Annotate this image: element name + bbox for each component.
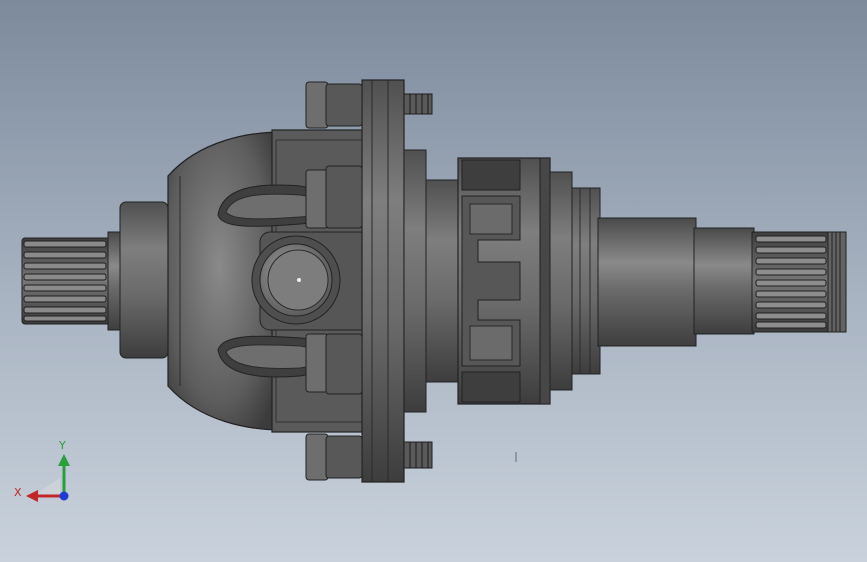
dog-clutch [457, 157, 551, 405]
left-hub [119, 201, 169, 359]
collar-ring-1 [549, 171, 573, 391]
axis-x-label: X [14, 486, 22, 499]
graphics-viewport[interactable]: Y X [0, 0, 867, 562]
cross-shaft-boss [251, 231, 371, 331]
carrier-ring [403, 149, 427, 413]
left-spline-shaft [21, 231, 123, 331]
flange-plate [361, 79, 405, 483]
axis-y-label: Y [59, 439, 66, 452]
right-output-shaft [597, 217, 755, 347]
right-spline-end [751, 231, 847, 333]
3d-model-differential-assembly[interactable] [0, 0, 867, 562]
collar-ring-2 [571, 187, 601, 375]
clutch-body [425, 179, 461, 383]
triad-axes-icon [26, 454, 70, 502]
reference-triad[interactable]: Y X [10, 440, 80, 510]
